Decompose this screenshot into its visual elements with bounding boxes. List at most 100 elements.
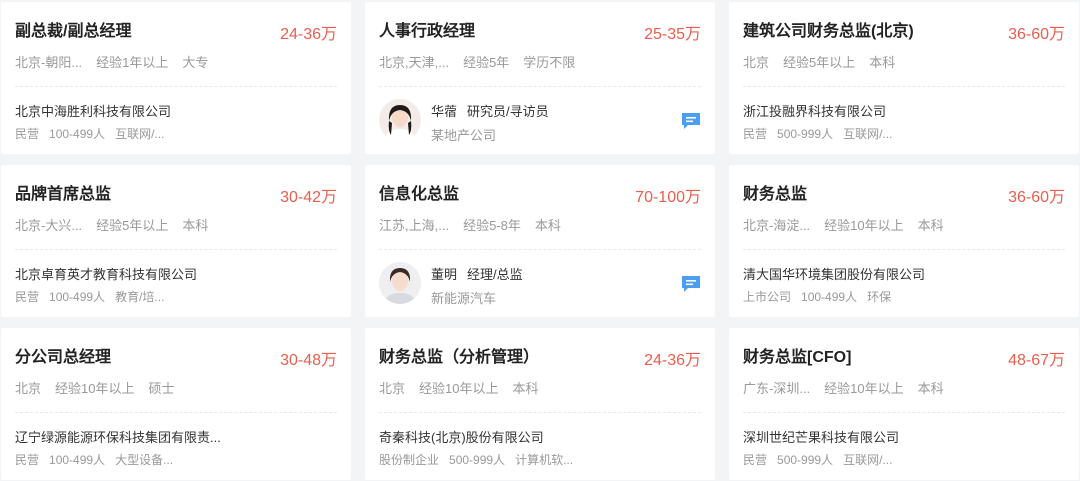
job-location: 北京-海淀... (743, 218, 811, 233)
company-size: 100-499人 (49, 453, 106, 467)
company-name[interactable]: 奇秦科技(北京)股份有限公司 (379, 427, 544, 446)
company-name[interactable]: 辽宁绿源能源环保科技集团有限责... (15, 427, 221, 446)
company-tags: 民营 100-499人 大型设备... (15, 451, 183, 468)
job-title[interactable]: 品牌首席总监 (15, 180, 111, 204)
company-type: 民营 (743, 127, 768, 141)
company-tags: 民营 500-999人 互联网/... (743, 451, 902, 468)
job-card[interactable]: 分公司总经理 30-48万 北京 经验10年以上 硕士 辽宁绿源能源环保科技集团有限… (1, 328, 351, 480)
job-location: 江苏,上海,... (379, 218, 450, 233)
job-card[interactable]: 副总裁/副总经理 24-36万 北京-朝阳... 经验1年以上 大专 北京中海胜利科… (1, 2, 351, 154)
job-card[interactable]: 财务总监[CFO] 48-67万 广东-深圳... 经验10年以上 本科 深圳世纪芒… (729, 328, 1079, 480)
job-experience: 经验1年以上 (96, 55, 169, 70)
job-meta: 北京 经验5年以上 本科 (743, 52, 909, 71)
job-meta: 北京-海淀... 经验10年以上 本科 (743, 215, 958, 234)
divider (743, 412, 1065, 413)
company-name[interactable]: 浙江投融界科技有限公司 (743, 101, 886, 120)
company-size: 500-999人 (777, 453, 834, 467)
company-size: 100-499人 (801, 290, 858, 304)
job-meta: 广东-深圳... 经验10年以上 本科 (743, 378, 958, 397)
job-title[interactable]: 副总裁/副总经理 (15, 17, 131, 41)
recruiter-company: 新能源汽车 (431, 291, 497, 306)
job-experience: 经验10年以上 (824, 218, 904, 233)
divider (379, 249, 701, 250)
divider (743, 249, 1065, 250)
job-education: 本科 (917, 381, 944, 396)
job-title[interactable]: 建筑公司财务总监(北京) (743, 17, 914, 41)
divider (379, 86, 701, 87)
job-card[interactable]: 信息化总监 70-100万 江苏,上海,... 经验5-8年 本科 董明 经理/总监 … (365, 165, 715, 317)
divider (15, 249, 337, 250)
company-type: 民营 (15, 290, 40, 304)
company-type: 民营 (743, 453, 768, 467)
recruiter-avatar[interactable] (379, 262, 421, 304)
job-education: 本科 (512, 381, 539, 396)
company-type: 股份制企业 (379, 453, 440, 467)
company-industry: 互联网/... (843, 453, 893, 467)
job-experience: 经验5年以上 (783, 55, 856, 70)
job-location: 广东-深圳... (743, 381, 811, 396)
company-industry: 环保 (867, 290, 892, 304)
company-tags: 民营 100-499人 互联网/... (15, 125, 174, 142)
job-education: 硕士 (148, 381, 175, 396)
job-location: 北京-大兴... (15, 218, 83, 233)
company-tags: 民营 100-499人 教育/培... (15, 288, 174, 305)
recruiter-name[interactable]: 华蓿 (431, 104, 457, 119)
job-salary: 36-60万 (1008, 26, 1065, 43)
divider (15, 86, 337, 87)
chat-icon[interactable] (681, 275, 701, 293)
job-card[interactable]: 财务总监 36-60万 北京-海淀... 经验10年以上 本科 清大国华环境集团股份… (729, 165, 1079, 317)
job-salary: 48-67万 (1008, 352, 1065, 369)
company-size: 500-999人 (777, 127, 834, 141)
job-education: 本科 (182, 218, 209, 233)
company-name[interactable]: 深圳世纪芒果科技有限公司 (743, 427, 899, 446)
job-title[interactable]: 分公司总经理 (15, 343, 111, 367)
recruiter-name[interactable]: 董明 (431, 267, 457, 282)
job-experience: 经验10年以上 (824, 381, 904, 396)
job-card[interactable]: 人事行政经理 25-35万 北京,天津,... 经验5年 学历不限 华蓿 研究员/寻访… (365, 2, 715, 154)
job-location: 北京,天津,... (379, 55, 450, 70)
company-size: 100-499人 (49, 127, 106, 141)
job-title[interactable]: 财务总监[CFO] (743, 343, 851, 367)
recruiter-company: 某地产公司 (431, 128, 497, 143)
chat-icon[interactable] (681, 112, 701, 130)
divider (743, 86, 1065, 87)
company-tags: 股份制企业 500-999人 计算机软... (379, 451, 583, 468)
recruiter-avatar[interactable] (379, 99, 421, 141)
job-salary: 25-35万 (644, 26, 701, 43)
divider (379, 412, 701, 413)
job-meta: 北京 经验10年以上 硕士 (15, 378, 189, 397)
company-name[interactable]: 清大国华环境集团股份有限公司 (743, 264, 925, 283)
job-card[interactable]: 建筑公司财务总监(北京) 36-60万 北京 经验5年以上 本科 浙江投融界科技有限… (729, 2, 1079, 154)
company-name[interactable]: 北京卓育英才教育科技有限公司 (15, 264, 197, 283)
job-location: 北京 (15, 381, 42, 396)
job-education: 学历不限 (523, 55, 576, 70)
job-education: 本科 (917, 218, 944, 233)
job-meta: 北京 经验10年以上 本科 (379, 378, 553, 397)
company-industry: 大型设备... (115, 453, 174, 467)
job-meta: 北京-大兴... 经验5年以上 本科 (15, 215, 222, 234)
job-title[interactable]: 人事行政经理 (379, 17, 475, 41)
company-type: 民营 (15, 453, 40, 467)
company-industry: 计算机软... (515, 453, 574, 467)
job-meta: 北京-朝阳... 经验1年以上 大专 (15, 52, 222, 71)
job-experience: 经验5年 (463, 55, 510, 70)
job-experience: 经验5年以上 (96, 218, 169, 233)
job-education: 大专 (182, 55, 209, 70)
job-title[interactable]: 财务总监 (743, 180, 807, 204)
company-name[interactable]: 北京中海胜利科技有限公司 (15, 101, 171, 120)
job-salary: 30-42万 (280, 189, 337, 206)
company-industry: 教育/培... (115, 290, 165, 304)
job-title[interactable]: 信息化总监 (379, 180, 459, 204)
job-title[interactable]: 财务总监（分析管理） (379, 343, 539, 367)
job-card[interactable]: 财务总监（分析管理） 24-36万 北京 经验10年以上 本科 奇秦科技(北京)股份… (365, 328, 715, 480)
divider (15, 412, 337, 413)
job-education: 本科 (869, 55, 896, 70)
company-size: 500-999人 (449, 453, 506, 467)
company-type: 上市公司 (743, 290, 792, 304)
job-location: 北京-朝阳... (15, 55, 83, 70)
recruiter-role: 研究员/寻访员 (467, 104, 549, 119)
job-experience: 经验5-8年 (463, 218, 521, 233)
job-card[interactable]: 品牌首席总监 30-42万 北京-大兴... 经验5年以上 本科 北京卓育英才教育科… (1, 165, 351, 317)
job-salary: 24-36万 (280, 26, 337, 43)
recruiter-role: 经理/总监 (467, 267, 523, 282)
